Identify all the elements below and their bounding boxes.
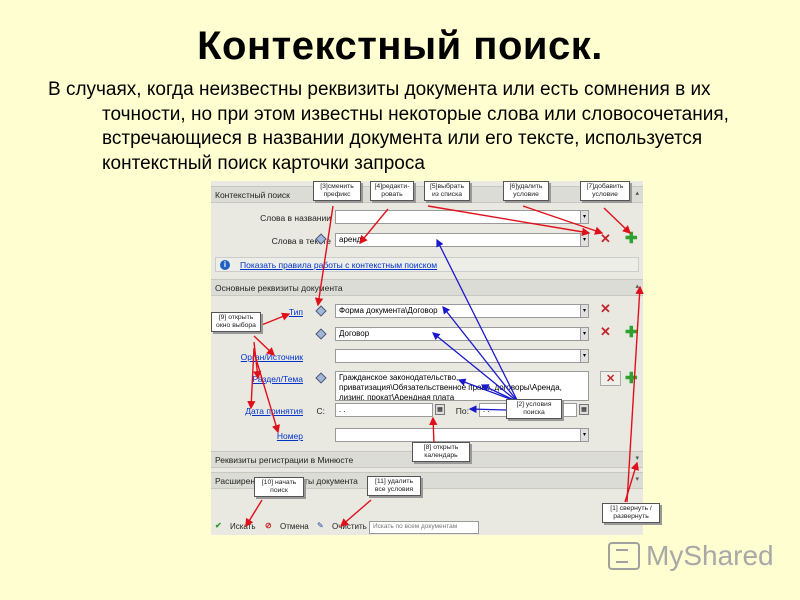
type-value-2: Договор xyxy=(339,329,370,338)
diamond-icon[interactable] xyxy=(315,372,327,384)
clear-button-label: Очистить xyxy=(332,522,367,532)
organ-input[interactable]: ▾ xyxy=(335,349,589,363)
date-to-value: . . xyxy=(483,405,490,414)
dropdown-icon[interactable]: ▾ xyxy=(580,211,588,223)
plus-icon[interactable]: ✚ xyxy=(625,369,638,387)
organ-link[interactable]: Орган/Источник xyxy=(211,352,303,362)
section-value: Гражданское законодательство, приватизац… xyxy=(339,373,562,401)
logo-text: MyShared xyxy=(646,540,774,571)
callout-9: [9] открыть окно выбора xyxy=(211,312,261,332)
callout-5: [5]выбрать из списка xyxy=(424,181,470,201)
number-input[interactable]: ▾ xyxy=(335,428,589,442)
callout-8: [8] открыть календарь xyxy=(412,442,470,462)
clear-icon: ✎ xyxy=(317,521,324,530)
search-scope-select[interactable]: Искать по всем документам xyxy=(369,521,479,534)
cancel-button[interactable]: ⊘ Отмена xyxy=(265,521,309,535)
type-value-1: Форма документа\Договор xyxy=(339,306,438,315)
type-input-2[interactable]: Договор ▾ xyxy=(335,327,589,341)
callout-6: [6]удалить условие xyxy=(503,181,549,201)
date-from-value: . . xyxy=(339,405,346,414)
section-input[interactable]: Гражданское законодательство, приватизац… xyxy=(335,371,589,401)
search-button-label: Искать xyxy=(230,522,256,532)
callout-4: [4]редакти-ровать xyxy=(370,181,414,201)
intro-rest: точности, но при этом известны некоторые… xyxy=(102,103,729,174)
date-from-input[interactable]: . . xyxy=(335,403,433,417)
expand-icon[interactable]: ▾ xyxy=(635,475,639,483)
section-link[interactable]: Раздел/Тема xyxy=(211,374,303,384)
x-icon[interactable]: ✕ xyxy=(600,371,622,386)
callout-11: [11] удалить все условия xyxy=(367,476,421,496)
intro-first-line: В случаях, когда неизвестны реквизиты до… xyxy=(48,79,711,100)
section-context-title: Контекстный поиск xyxy=(215,190,290,200)
x-icon[interactable]: ✕ xyxy=(600,301,611,317)
dropdown-icon[interactable]: ▾ xyxy=(580,429,588,441)
words-title-input[interactable]: ▾ xyxy=(335,210,589,224)
slide-intro: В случаях, когда неизвестны реквизиты до… xyxy=(48,78,768,176)
label-to: По: xyxy=(455,406,469,416)
dropdown-icon[interactable]: ▾ xyxy=(580,234,588,246)
callout-3: [3]сменить префикс xyxy=(313,181,361,201)
expand-icon[interactable]: ▾ xyxy=(635,454,639,462)
dropdown-icon[interactable]: ▾ xyxy=(580,305,588,317)
info-icon: i xyxy=(220,260,230,270)
cancel-icon: ⊘ xyxy=(265,521,272,530)
words-text-input[interactable]: аренд ▾ xyxy=(335,233,589,247)
plus-icon[interactable]: ✚ xyxy=(625,323,638,341)
calendar-icon[interactable]: ▦ xyxy=(435,404,445,415)
label-from: С: xyxy=(316,406,326,416)
number-link[interactable]: Номер xyxy=(211,431,303,441)
check-icon: ✔ xyxy=(215,521,222,530)
dropdown-icon[interactable]: ▾ xyxy=(580,328,588,340)
x-icon[interactable]: ✕ xyxy=(600,324,611,340)
section-minjust-title: Реквизиты регистрации в Минюсте xyxy=(215,455,354,465)
plus-icon[interactable]: ✚ xyxy=(625,229,638,247)
words-text-value: аренд xyxy=(339,235,362,244)
logo-icon xyxy=(608,542,640,570)
x-icon[interactable]: ✕ xyxy=(600,231,611,247)
clear-button[interactable]: ✎ Очистить xyxy=(317,521,367,535)
diamond-icon[interactable] xyxy=(315,328,327,340)
info-bar: i Показать правила работы с контекстным … xyxy=(215,257,639,272)
callout-7: [7]добавить условие xyxy=(580,181,630,201)
collapse-icon[interactable]: ▴ xyxy=(635,189,639,197)
callout-10: [10] начать поиск xyxy=(254,477,304,497)
callout-2: [2] условия поиска xyxy=(506,399,562,419)
section-basic-header[interactable]: Основные реквизиты документа ▴ xyxy=(211,279,643,296)
diamond-icon[interactable] xyxy=(315,305,327,317)
label-words-text: Слова в тексте xyxy=(271,236,331,246)
info-rules-link[interactable]: Показать правила работы с контекстным по… xyxy=(240,260,437,270)
date-link[interactable]: Дата принятия xyxy=(211,406,303,416)
cancel-button-label: Отмена xyxy=(280,522,309,532)
dropdown-icon[interactable]: ▾ xyxy=(580,350,588,362)
search-scope-value: Искать по всем документам xyxy=(373,523,458,530)
calendar-icon[interactable]: ▦ xyxy=(579,404,589,415)
type-input-1[interactable]: Форма документа\Договор ▾ xyxy=(335,304,589,318)
callout-1: [1] свернуть / развернуть xyxy=(602,503,660,523)
search-button[interactable]: ✔ Искать xyxy=(215,521,256,535)
section-basic-title: Основные реквизиты документа xyxy=(215,283,343,293)
label-words-title: Слова в названии xyxy=(260,213,331,223)
slide-title: Контекстный поиск. xyxy=(197,24,603,68)
collapse-icon[interactable]: ▴ xyxy=(635,282,639,290)
